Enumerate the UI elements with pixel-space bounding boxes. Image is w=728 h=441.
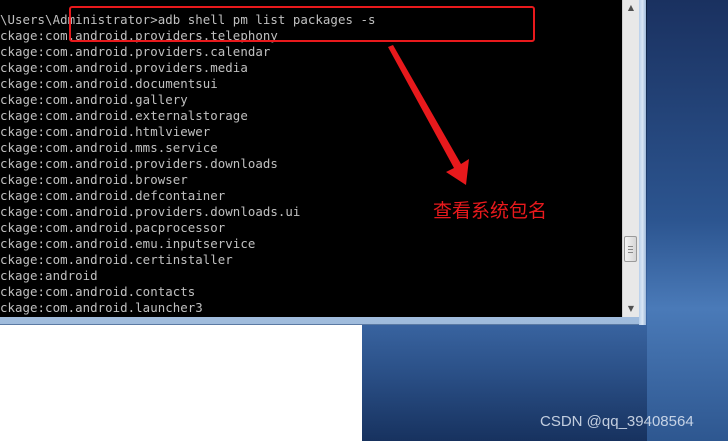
annotation-text: 查看系统包名 — [433, 200, 548, 222]
output-line: ckage:com.android.launcher3 — [0, 300, 203, 315]
thumb-grip-line — [628, 252, 633, 253]
output-line: ckage:android — [0, 268, 98, 283]
output-line: ckage:com.android.providers.media — [0, 60, 248, 75]
scroll-up-arrow-icon[interactable]: ▲ — [623, 0, 639, 16]
output-line: ckage:com.android.certinstaller — [0, 252, 233, 267]
console-window[interactable]: \Users\Administrator>adb shell pm list p… — [0, 0, 646, 325]
thumb-grip-line — [628, 249, 633, 250]
desktop-wallpaper-edge — [647, 0, 728, 441]
blank-window-area — [0, 322, 362, 441]
command-highlight-box — [69, 6, 535, 42]
scrollbar-thumb[interactable] — [624, 236, 637, 262]
output-line: ckage:com.android.providers.downloads — [0, 156, 278, 171]
output-line: ckage:com.android.contacts — [0, 284, 196, 299]
thumb-grip-line — [628, 246, 633, 247]
window-frame-right — [639, 0, 646, 325]
output-line: ckage:com.android.mms.service — [0, 140, 218, 155]
watermark-text: CSDN @qq_39408564 — [540, 413, 694, 430]
output-line: ckage:com.android.externalstorage — [0, 108, 248, 123]
output-line: ckage:com.android.gallery — [0, 92, 188, 107]
console-output[interactable]: \Users\Administrator>adb shell pm list p… — [0, 0, 622, 317]
output-line: ckage:com.android.htmlviewer — [0, 124, 211, 139]
output-line: ckage:com.android.providers.calendar — [0, 44, 271, 59]
output-line: ckage:com.android.browser — [0, 172, 188, 187]
output-line: ckage:com.android.providers.downloads.ui — [0, 204, 301, 219]
output-line: ckage:com.android.defcontainer — [0, 188, 226, 203]
output-line: ckage:com.android.pacprocessor — [0, 220, 226, 235]
output-line: ckage:com.android.emu.inputservice — [0, 236, 256, 251]
output-line: ckage:com.android.documentsui — [0, 76, 218, 91]
scroll-down-arrow-icon[interactable]: ▼ — [623, 301, 639, 317]
vertical-scrollbar[interactable]: ▲ ▼ — [622, 0, 639, 317]
